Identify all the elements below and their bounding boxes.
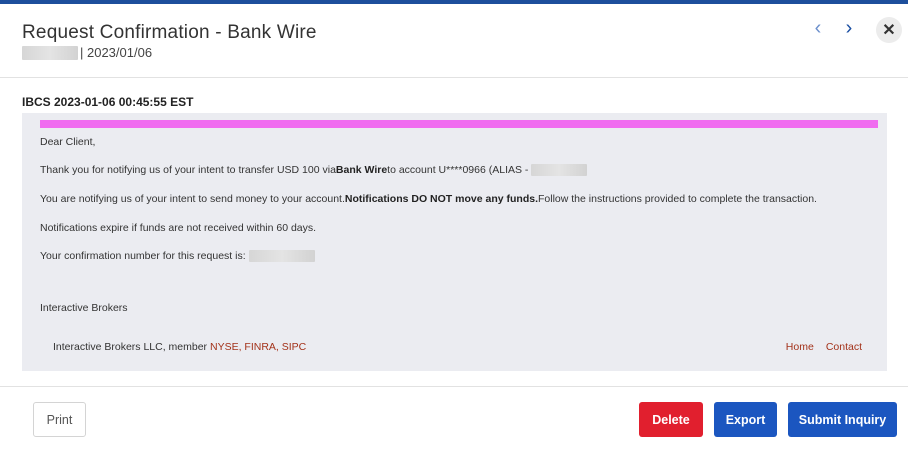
confirmation-label: Your confirmation number for this reques… xyxy=(40,250,246,262)
signature: Interactive Brokers xyxy=(40,302,128,314)
footer-divider xyxy=(0,386,908,387)
email-footer: Interactive Brokers LLC, member NYSE, FI… xyxy=(53,341,306,353)
email-header-bar xyxy=(40,120,878,128)
expiry-notice: Notifications expire if funds are not re… xyxy=(40,222,317,234)
modal-title: Request Confirmation - Bank Wire xyxy=(22,22,317,43)
chevron-right-icon[interactable]: › xyxy=(837,16,861,40)
close-icon[interactable]: ✕ xyxy=(876,17,902,43)
chevron-left-icon[interactable]: ‹ xyxy=(806,16,830,40)
footer-link-contact[interactable]: Contact xyxy=(826,341,862,353)
warning-post: Follow the instructions provided to comp… xyxy=(538,193,817,205)
message-heading: IBCS 2023-01-06 00:45:55 EST xyxy=(22,95,194,109)
notification-warning: You are notifying us of your intent to s… xyxy=(40,193,817,205)
print-button[interactable]: Print xyxy=(33,402,86,437)
warning-bold: Notifications DO NOT move any funds. xyxy=(344,193,538,205)
redacted-confirmation xyxy=(248,250,315,262)
redacted-account xyxy=(22,45,78,60)
warning-pre: You are notifying us of your intent to s… xyxy=(40,193,345,205)
transfer-notice-pre: Thank you for notifying us of your inten… xyxy=(40,164,336,176)
footer-link-home[interactable]: Home xyxy=(786,341,814,353)
modal-header: Request Confirmation - Bank Wire | 2023/… xyxy=(0,4,908,78)
submit-inquiry-button[interactable]: Submit Inquiry xyxy=(788,402,897,437)
redacted-alias xyxy=(531,164,588,176)
footer-text: Interactive Brokers LLC, member xyxy=(53,341,210,353)
greeting-text: Dear Client, xyxy=(40,136,96,148)
delete-button[interactable]: Delete xyxy=(639,402,703,437)
footer-memberships[interactable]: NYSE, FINRA, SIPC xyxy=(210,341,306,353)
email-content: Dear Client, Thank you for notifying us … xyxy=(28,113,881,364)
email-body: Dear Client, Thank you for notifying us … xyxy=(22,113,887,371)
transfer-notice-post: to account U****0966 (ALIAS - xyxy=(387,164,529,176)
footer-links: Home Contact xyxy=(786,341,862,353)
transfer-method: Bank Wire xyxy=(335,164,388,176)
confirmation-number: Your confirmation number for this reques… xyxy=(40,250,315,262)
request-date: | 2023/01/06 xyxy=(80,45,153,60)
export-button[interactable]: Export xyxy=(714,402,777,437)
modal-subtitle: | 2023/01/06 xyxy=(22,45,152,60)
transfer-notice: Thank you for notifying us of your inten… xyxy=(40,164,588,176)
